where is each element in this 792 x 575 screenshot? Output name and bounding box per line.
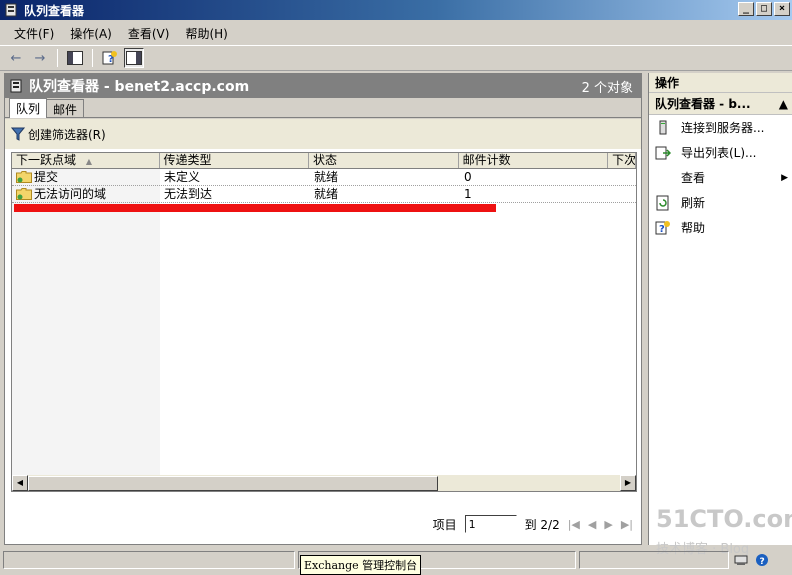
prev-page-icon[interactable]: ◀: [588, 518, 596, 531]
tray-help-icon[interactable]: ?: [753, 551, 771, 569]
collapse-caret-icon[interactable]: ▲: [779, 93, 788, 114]
menu-help[interactable]: 帮助(H): [177, 23, 235, 44]
export-list-icon: [655, 145, 671, 161]
queue-viewer-icon: [10, 79, 22, 93]
queue-table: 下一跃点域 ▲ 传递类型 状态 邮件计数 下次 提交 未定义 就绪 0 无法访问…: [11, 152, 637, 492]
table-row[interactable]: 提交 未定义 就绪 0: [12, 169, 636, 186]
filter-bar: 创建筛选器(R): [5, 119, 641, 149]
object-count: 2 个对象: [581, 80, 633, 96]
highlight-annotation-bar: [14, 204, 496, 212]
window-title: 队列查看器: [24, 3, 85, 18]
watermark: 51CTO.com: [656, 505, 792, 533]
row-domain: 无法访问的域: [34, 187, 107, 201]
sorted-column-shade: [12, 169, 160, 475]
menu-bar: 文件(F) 操作(A) 查看(V) 帮助(H): [0, 22, 792, 44]
actions-pane-title: 操作: [649, 73, 792, 93]
row-message-count: 0: [464, 170, 472, 184]
toolbar-separator: [92, 49, 93, 67]
column-header-delivery-type[interactable]: 传递类型: [160, 153, 310, 168]
queue-folder-icon: [16, 188, 32, 200]
row-message-count: 1: [464, 187, 472, 201]
tab-body: 创建筛选器(R) 下一跃点域 ▲ 传递类型 状态 邮件计数 下次 提交 未定义 …: [5, 119, 641, 544]
action-export-list[interactable]: 导出列表(L)...: [649, 140, 792, 165]
row-domain: 提交: [34, 170, 59, 184]
close-button[interactable]: ×: [774, 2, 790, 16]
svg-text:?: ?: [659, 224, 665, 235]
filter-icon[interactable]: [11, 127, 25, 141]
minimize-button[interactable]: _: [738, 2, 754, 16]
result-pane-title: 队列查看器 - benet2.accp.com: [29, 79, 250, 95]
help-icon[interactable]: ?: [100, 48, 120, 68]
pager-page-input[interactable]: [464, 515, 517, 533]
column-header-status[interactable]: 状态: [309, 153, 459, 168]
scroll-left-icon[interactable]: ◀: [12, 475, 28, 491]
toolbar-separator: [57, 49, 58, 67]
queue-folder-icon: [16, 171, 32, 183]
status-panel: [579, 551, 729, 569]
row-delivery-type: 无法到达: [164, 187, 213, 201]
actions-pane: 操作 队列查看器 - b... ▲ 连接到服务器... 导出列表(L)... 查…: [648, 73, 792, 545]
status-panel: [3, 551, 295, 569]
help-icon: ?: [655, 220, 671, 236]
action-help[interactable]: ? 帮助: [649, 215, 792, 240]
connect-server-icon: [655, 120, 671, 136]
last-page-icon[interactable]: ▶|: [621, 518, 633, 531]
maximize-button[interactable]: □: [756, 2, 772, 16]
menu-file[interactable]: 文件(F): [6, 23, 62, 44]
refresh-icon: [655, 195, 671, 211]
action-view[interactable]: 查看 ▶: [649, 165, 792, 190]
table-row[interactable]: 无法访问的域 无法到达 就绪 1: [12, 186, 636, 203]
action-connect-server[interactable]: 连接到服务器...: [649, 115, 792, 140]
menu-action[interactable]: 操作(A): [62, 23, 120, 44]
result-pane: 队列查看器 - benet2.accp.com 2 个对象 队列 邮件 创建筛选…: [4, 73, 642, 545]
svg-text:?: ?: [760, 557, 765, 567]
first-page-icon[interactable]: |◀: [568, 518, 580, 531]
table-header: 下一跃点域 ▲ 传递类型 状态 邮件计数 下次: [12, 153, 636, 169]
pager: 项目 到 2/2 |◀ ◀ ▶ ▶|: [433, 515, 633, 533]
queue-viewer-app-icon: [5, 3, 17, 17]
forward-arrow-icon[interactable]: →: [30, 48, 50, 68]
menu-view[interactable]: 查看(V): [120, 23, 178, 44]
action-refresh[interactable]: 刷新: [649, 190, 792, 215]
scroll-right-icon[interactable]: ▶: [620, 475, 636, 491]
horizontal-scrollbar[interactable]: ◀ ▶: [12, 475, 636, 491]
column-header-next-hop-domain[interactable]: 下一跃点域 ▲: [12, 153, 160, 168]
actions-section-label: 队列查看器 - b...: [655, 97, 751, 111]
column-header-message-count[interactable]: 邮件计数: [459, 153, 609, 168]
show-hide-tree-icon[interactable]: [65, 48, 85, 68]
pager-range: 到 2/2: [524, 517, 560, 532]
action-pane-icon[interactable]: [124, 48, 144, 68]
row-delivery-type: 未定义: [164, 170, 201, 184]
pager-item-label: 项目: [432, 517, 457, 532]
tab-strip: 队列 邮件: [5, 98, 641, 118]
create-filter-button[interactable]: 创建筛选器(R): [28, 126, 106, 143]
status-tooltip: Exchange 管理控制台: [300, 555, 422, 575]
toolbar: ← → ?: [0, 45, 792, 71]
submenu-arrow-icon: ▶: [781, 172, 788, 183]
tab-messages[interactable]: 邮件: [46, 99, 85, 117]
result-pane-header: 队列查看器 - benet2.accp.com 2 个对象: [5, 74, 641, 98]
next-page-icon[interactable]: ▶: [604, 518, 612, 531]
tab-queues[interactable]: 队列: [9, 98, 48, 118]
row-status: 就绪: [314, 187, 339, 201]
column-header-next-retry[interactable]: 下次: [608, 153, 636, 168]
scroll-thumb[interactable]: [28, 475, 438, 491]
back-arrow-icon[interactable]: ←: [6, 48, 26, 68]
window-titlebar: 队列查看器 _ □ ×: [0, 0, 792, 20]
tray-network-icon[interactable]: [732, 551, 750, 569]
actions-section-header[interactable]: 队列查看器 - b... ▲: [649, 93, 792, 115]
row-status: 就绪: [314, 170, 339, 184]
